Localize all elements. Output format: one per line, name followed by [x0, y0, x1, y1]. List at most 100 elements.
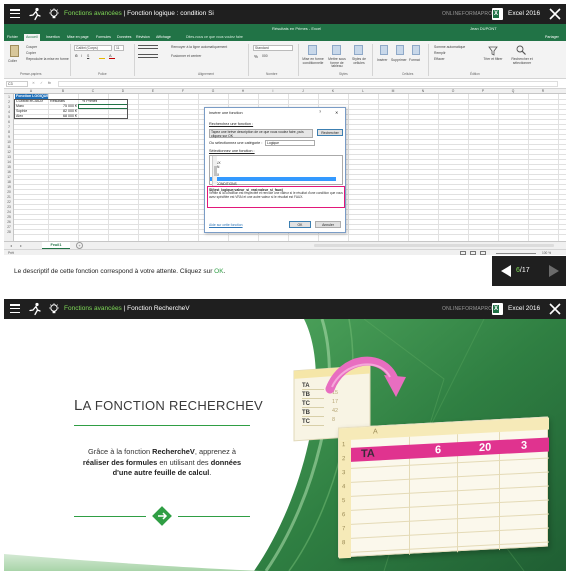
- confirm-entry-icon[interactable]: ✓: [40, 81, 43, 85]
- row-header[interactable]: 4: [4, 110, 14, 114]
- row-header[interactable]: 27: [4, 225, 14, 229]
- delete-cells-icon[interactable]: [396, 45, 404, 55]
- font-color-icon[interactable]: A: [109, 54, 115, 59]
- zoom-level[interactable]: 100 %: [542, 251, 551, 255]
- format-as-table-button[interactable]: Mettre sous forme de tableau: [326, 57, 348, 69]
- list-item-selected[interactable]: SI: [210, 177, 336, 181]
- align-top-icon[interactable]: [138, 45, 158, 49]
- tab-layout[interactable]: Mise en page: [67, 35, 89, 39]
- column-header[interactable]: E: [138, 89, 168, 93]
- normal-view-icon[interactable]: [460, 251, 466, 255]
- row-header[interactable]: 25: [4, 215, 14, 219]
- row-header[interactable]: 9: [4, 135, 14, 139]
- font-name-select[interactable]: Calibri (Corps): [74, 45, 112, 51]
- close-icon[interactable]: ✕: [335, 110, 338, 115]
- breadcrumb-section[interactable]: Fonctions avancées: [64, 305, 122, 312]
- column-header[interactable]: D: [108, 89, 138, 93]
- runner-icon[interactable]: [28, 7, 42, 21]
- row-header[interactable]: 16: [4, 170, 14, 174]
- fill-button[interactable]: Remplir: [434, 51, 446, 55]
- row-header[interactable]: 2: [4, 100, 14, 104]
- row-header[interactable]: 5: [4, 115, 14, 119]
- list-scrollbar[interactable]: [212, 156, 217, 186]
- cut-button[interactable]: Couper: [26, 45, 37, 49]
- start-arrow-button[interactable]: [151, 505, 173, 527]
- close-icon[interactable]: [549, 7, 561, 21]
- format-cells-button[interactable]: Format: [409, 58, 420, 62]
- column-header[interactable]: P: [468, 89, 498, 93]
- cancel-button[interactable]: Annuler: [315, 221, 341, 228]
- tab-view[interactable]: Affichage: [156, 35, 171, 39]
- page-layout-view-icon[interactable]: [470, 251, 476, 255]
- row-header[interactable]: 22: [4, 200, 14, 204]
- column-header[interactable]: L: [348, 89, 378, 93]
- horizontal-scrollbar[interactable]: [314, 244, 554, 247]
- column-header[interactable]: F: [168, 89, 198, 93]
- share-button[interactable]: Partager: [545, 35, 559, 39]
- conditional-format-button[interactable]: Mise en forme conditionnelle: [302, 57, 324, 65]
- column-header[interactable]: K: [318, 89, 348, 93]
- row-header[interactable]: 14: [4, 160, 14, 164]
- sort-filter-icon[interactable]: [488, 46, 498, 56]
- row-header[interactable]: 20: [4, 190, 14, 194]
- row-header[interactable]: 13: [4, 155, 14, 159]
- column-header[interactable]: N: [408, 89, 438, 93]
- column-header[interactable]: G: [198, 89, 228, 93]
- category-select[interactable]: Logique: [265, 140, 315, 146]
- function-help-link[interactable]: Aide sur cette fonction: [209, 223, 243, 227]
- find-select-button[interactable]: Rechercher et sélectionner: [508, 57, 536, 65]
- add-sheet-icon[interactable]: +: [76, 242, 83, 249]
- row-header[interactable]: 26: [4, 220, 14, 224]
- menu-icon[interactable]: [10, 304, 20, 314]
- merge-center-button[interactable]: Fusionner et centrer: [171, 54, 201, 58]
- next-step-icon[interactable]: [548, 264, 560, 278]
- function-list[interactable]: ET FAUX NON OU OUX SI SI.CONDITIONS: [209, 155, 343, 186]
- previous-step-icon[interactable]: [500, 264, 512, 278]
- row-header[interactable]: 3: [4, 105, 14, 109]
- row-header[interactable]: 10: [4, 140, 14, 144]
- row-header[interactable]: 28: [4, 230, 14, 234]
- column-header[interactable]: I: [258, 89, 288, 93]
- column-header[interactable]: H: [228, 89, 258, 93]
- cell-styles-button[interactable]: Styles de cellules: [349, 57, 369, 65]
- format-cells-icon[interactable]: [412, 45, 420, 55]
- underline-icon[interactable]: S: [87, 54, 89, 58]
- menu-icon[interactable]: [10, 9, 20, 19]
- column-header[interactable]: R: [528, 89, 558, 93]
- fill-color-icon[interactable]: [99, 54, 105, 59]
- column-header[interactable]: M: [378, 89, 408, 93]
- lightbulb-icon[interactable]: [48, 303, 60, 315]
- function-wizard-icon[interactable]: fx: [48, 81, 51, 85]
- wrap-text-button[interactable]: Renvoyer à la ligne automatiquement: [171, 45, 227, 49]
- row-header[interactable]: 24: [4, 210, 14, 214]
- row-header[interactable]: 17: [4, 175, 14, 179]
- row-header[interactable]: 11: [4, 145, 14, 149]
- paste-button[interactable]: Coller: [8, 59, 17, 63]
- paste-icon[interactable]: [10, 45, 19, 57]
- align-left-icon[interactable]: [138, 54, 158, 58]
- cancel-entry-icon[interactable]: ✕: [32, 81, 35, 85]
- cell-styles-icon[interactable]: [354, 45, 363, 55]
- column-header[interactable]: S: [558, 89, 566, 93]
- row-header[interactable]: 6: [4, 120, 14, 124]
- column-header[interactable]: O: [438, 89, 468, 93]
- column-header[interactable]: Q: [498, 89, 528, 93]
- delete-cells-button[interactable]: Supprimer: [391, 58, 407, 62]
- row-header[interactable]: 1: [4, 95, 14, 99]
- prev-sheet-icon[interactable]: ◂: [10, 243, 12, 248]
- tab-insert[interactable]: Insertion: [46, 35, 60, 39]
- clear-button[interactable]: Effacer: [434, 57, 445, 61]
- sheet-tab-feuil1[interactable]: Feuil1: [42, 242, 70, 249]
- bold-icon[interactable]: G: [75, 54, 78, 58]
- tell-me-search[interactable]: Dites-nous ce que vous voulez faire: [186, 35, 243, 39]
- column-header[interactable]: J: [288, 89, 318, 93]
- column-header[interactable]: B: [48, 89, 78, 93]
- autosum-button[interactable]: Somme automatique: [434, 45, 465, 49]
- column-header[interactable]: C: [78, 89, 108, 93]
- find-select-icon[interactable]: [516, 45, 526, 56]
- help-icon[interactable]: ?: [319, 110, 321, 114]
- row-header[interactable]: 8: [4, 130, 14, 134]
- row-header[interactable]: 7: [4, 125, 14, 129]
- thousands-icon[interactable]: 000: [262, 54, 268, 58]
- font-size-select[interactable]: 11: [114, 45, 124, 51]
